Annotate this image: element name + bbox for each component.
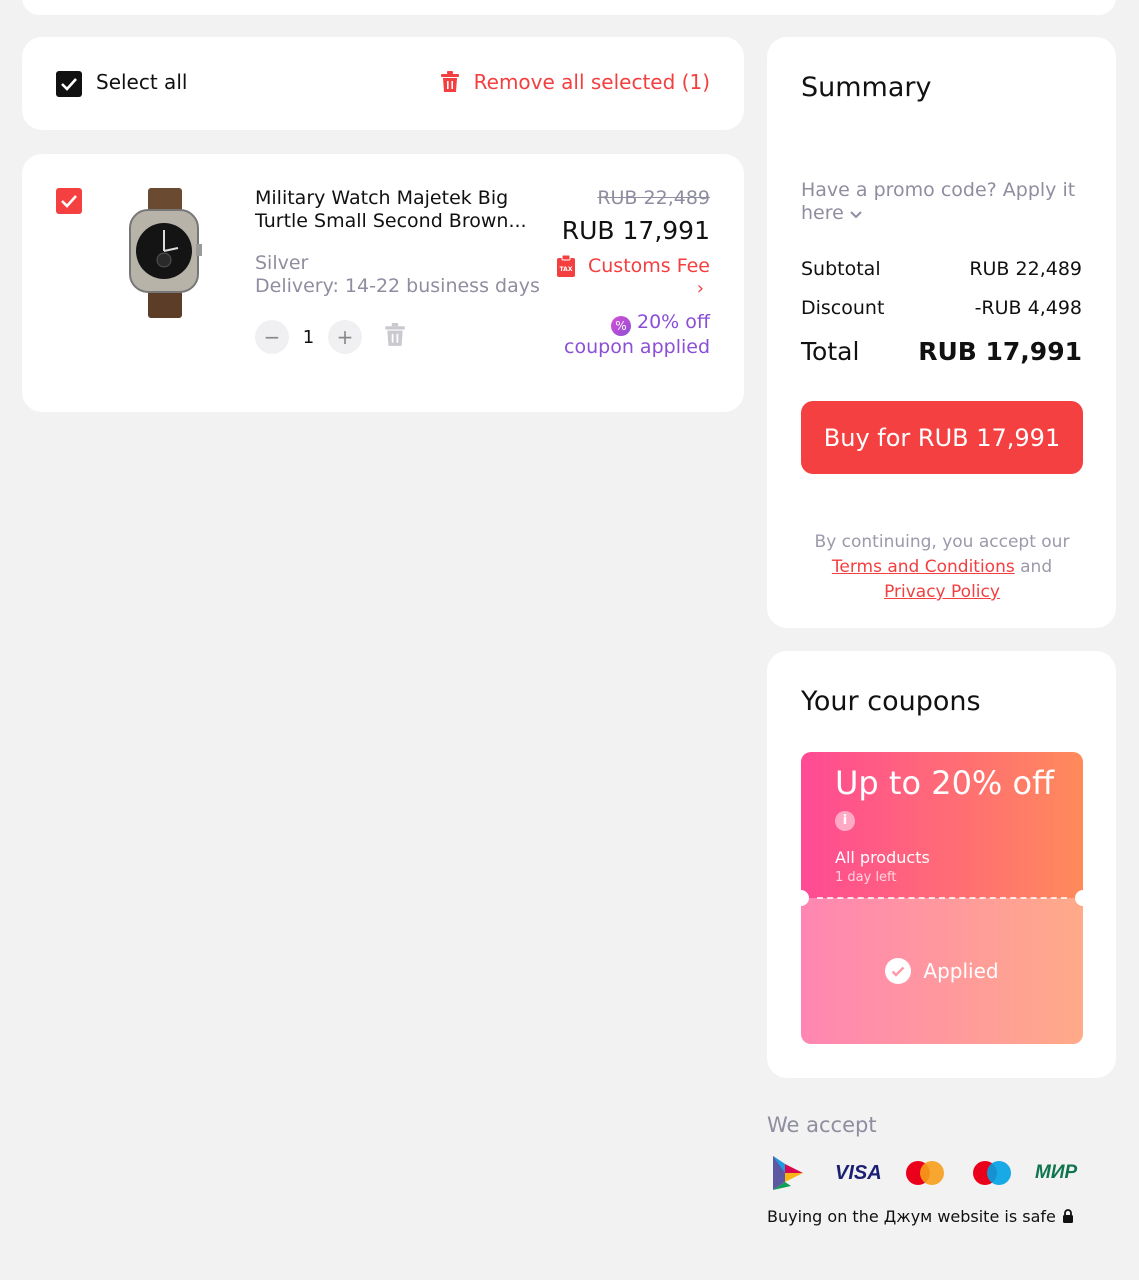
legal-and: and <box>1020 557 1053 577</box>
visa-logo-icon: VISA <box>835 1153 882 1193</box>
mir-logo-icon: МИР <box>1035 1153 1077 1193</box>
payment-methods: VISA МИР <box>767 1153 1116 1195</box>
check-circle-icon <box>885 958 912 984</box>
quantity-stepper: − 1 + <box>255 320 406 354</box>
we-accept-title: We accept <box>767 1113 877 1137</box>
order-summary: Summary Have a promo code? Apply it here… <box>767 37 1116 628</box>
product-title[interactable]: Military Watch Majetek Big Turtle Small … <box>255 187 535 233</box>
privacy-policy-link[interactable]: Privacy Policy <box>884 582 1000 602</box>
mastercard-logo-icon <box>905 1153 945 1193</box>
applied-label: Applied <box>923 959 999 983</box>
total-value: RUB 17,991 <box>918 337 1082 366</box>
trash-icon <box>440 71 459 92</box>
buy-button[interactable]: Buy for RUB 17,991 <box>801 401 1083 474</box>
original-price: RUB 22,489 <box>597 187 710 209</box>
current-price: RUB 17,991 <box>561 216 710 245</box>
lock-icon <box>1062 1209 1073 1223</box>
delivery-estimate: Delivery: 14-22 business days <box>255 275 540 297</box>
legal-prefix: By continuing, you accept our <box>814 532 1070 552</box>
coupon-headline: Up to 20% off <box>835 764 1055 802</box>
quantity-value: 1 <box>302 326 315 348</box>
promo-code-label: Have a promo code? Apply it here <box>801 179 1076 224</box>
customs-fee-label: Customs Fee <box>588 255 710 277</box>
decrease-quantity-button[interactable]: − <box>255 320 289 354</box>
safe-purchase-note: Buying on the Джум website is safe <box>767 1207 1074 1226</box>
safe-text: Buying on the Джум website is safe <box>767 1207 1056 1226</box>
subtotal-label: Subtotal <box>801 258 881 280</box>
coupons-panel: Your coupons Up to 20% off i All product… <box>767 651 1116 1078</box>
cart-item: Military Watch Majetek Big Turtle Small … <box>22 154 744 412</box>
maestro-logo-icon <box>972 1153 1012 1193</box>
increase-quantity-button[interactable]: + <box>328 320 362 354</box>
checkmark-icon <box>61 78 77 91</box>
discount-label: Discount <box>801 297 885 319</box>
coupon-notch-left <box>793 890 809 906</box>
select-all-bar: Select all Remove all selected (1) <box>22 37 744 130</box>
watch-image <box>129 188 202 318</box>
coupon-card[interactable]: Up to 20% off i All products 1 day left <box>801 752 1083 898</box>
percent-icon: % <box>611 316 631 336</box>
visa-label: VISA <box>835 1161 882 1184</box>
select-all-checkbox[interactable] <box>56 71 82 97</box>
product-image[interactable] <box>118 188 210 318</box>
delete-item-button[interactable] <box>384 323 406 351</box>
previous-card-edge <box>22 0 1116 15</box>
discount-row: Discount -RUB 4,498 <box>801 297 1082 319</box>
coupon-notch-right <box>1075 890 1091 906</box>
subtotal-value: RUB 22,489 <box>969 258 1082 280</box>
select-all-label[interactable]: Select all <box>96 70 187 94</box>
coupon-applied-button[interactable]: Applied <box>801 898 1083 1044</box>
checkmark-icon <box>61 195 77 208</box>
subtotal-row: Subtotal RUB 22,489 <box>801 258 1082 280</box>
trash-icon <box>385 323 405 346</box>
summary-title: Summary <box>801 72 932 103</box>
remove-all-selected-button[interactable]: Remove all selected (1) <box>440 70 710 94</box>
sbp-logo-icon <box>771 1153 805 1193</box>
coupon-time-left: 1 day left <box>835 870 897 885</box>
coupons-title: Your coupons <box>801 686 981 717</box>
customs-fee-link[interactable]: TAX Customs Fee <box>556 255 710 277</box>
tax-clipboard-icon: TAX <box>557 255 575 277</box>
promo-code-toggle[interactable]: Have a promo code? Apply it here <box>801 179 1081 225</box>
total-label: Total <box>801 337 860 366</box>
coupon-applied-badge: % 20% off coupon applied <box>510 311 710 359</box>
terms-link[interactable]: Terms and Conditions <box>832 557 1015 577</box>
svg-text:TAX: TAX <box>560 266 573 273</box>
discount-value: -RUB 4,498 <box>974 297 1082 319</box>
info-icon[interactable]: i <box>835 811 855 831</box>
coupon-discount-label: 20% off <box>637 311 710 333</box>
item-checkbox[interactable] <box>56 188 82 214</box>
coupon-applied-label: coupon applied <box>564 336 710 358</box>
remove-all-label: Remove all selected (1) <box>473 70 710 94</box>
legal-notice: By continuing, you accept our Terms and … <box>801 530 1083 605</box>
mir-label: МИР <box>1035 1162 1078 1183</box>
product-variant: Silver <box>255 252 309 274</box>
coupon-divider <box>817 897 1067 899</box>
total-row: Total RUB 17,991 <box>801 337 1082 366</box>
chevron-down-icon <box>850 211 862 219</box>
chevron-right-icon[interactable]: › <box>697 278 704 299</box>
coupon-scope: All products <box>835 848 930 867</box>
